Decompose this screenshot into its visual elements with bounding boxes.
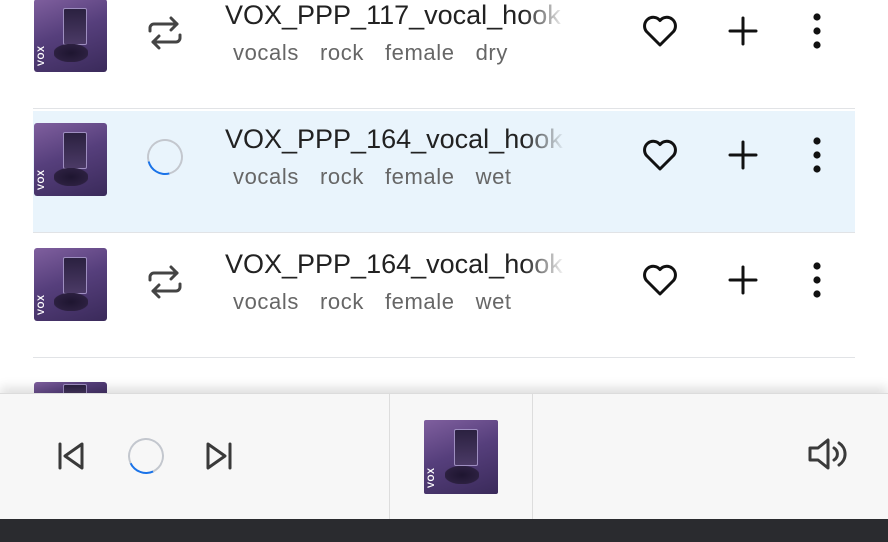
more-vertical-icon[interactable] [793,131,841,179]
repeat-icon[interactable] [144,12,186,54]
repeat-icon[interactable] [144,261,186,303]
track-row[interactable]: VOX VOX_PPP_164_vocal_hook vocals rock fem… [33,111,855,233]
tag[interactable]: female [385,164,455,189]
tag[interactable]: vocals [233,289,299,314]
tag[interactable]: wet [476,164,512,189]
track-row[interactable]: VOX VOX_PPP_164_vocal_hook vocals rock fem… [33,236,855,358]
player-bar: VOX [0,393,888,520]
track-title[interactable]: VOX_PPP_164_vocal_hook [225,124,565,155]
tag[interactable]: rock [320,289,364,314]
divider [532,394,533,520]
heart-icon[interactable] [636,256,684,304]
plus-icon[interactable] [719,131,767,179]
track-row[interactable]: VOX VOX_PPP_117_vocal_hook vocals rock fem… [33,0,855,109]
track-artwork[interactable]: VOX [34,0,107,72]
track-artwork[interactable]: VOX [34,123,107,196]
skip-next-icon[interactable] [198,434,242,478]
heart-icon[interactable] [636,7,684,55]
artwork-label: VOX [426,467,436,488]
more-vertical-icon[interactable] [793,7,841,55]
skip-previous-icon[interactable] [48,434,92,478]
tag[interactable]: female [385,40,455,65]
tag[interactable]: rock [320,40,364,65]
artwork-label: VOX [36,294,46,315]
tag[interactable]: rock [320,164,364,189]
volume-icon[interactable] [806,432,850,476]
track-list: VOX VOX_PPP_117_vocal_hook vocals rock fem… [0,0,888,395]
track-artwork[interactable]: VOX [34,248,107,321]
tag[interactable]: vocals [233,164,299,189]
track-tags: vocals rock female wet [233,164,558,190]
loading-spinner-icon [140,132,190,182]
plus-icon[interactable] [719,7,767,55]
tag[interactable]: dry [476,40,508,65]
divider [389,394,390,520]
track-title[interactable]: VOX_PPP_117_vocal_hook [225,0,565,31]
tag[interactable]: female [385,289,455,314]
tag[interactable]: wet [476,289,512,314]
artwork-label: VOX [36,45,46,66]
loading-spinner-icon [122,432,170,480]
track-row[interactable] [33,360,855,395]
artwork-label: VOX [36,169,46,190]
plus-icon[interactable] [719,256,767,304]
tag[interactable]: vocals [233,40,299,65]
track-tags: vocals rock female dry [233,40,558,66]
track-tags: vocals rock female wet [233,289,558,315]
system-bar [0,519,888,542]
track-title[interactable]: VOX_PPP_164_vocal_hook [225,249,565,280]
now-playing-artwork[interactable]: VOX [424,420,498,494]
heart-icon[interactable] [636,131,684,179]
more-vertical-icon[interactable] [793,256,841,304]
